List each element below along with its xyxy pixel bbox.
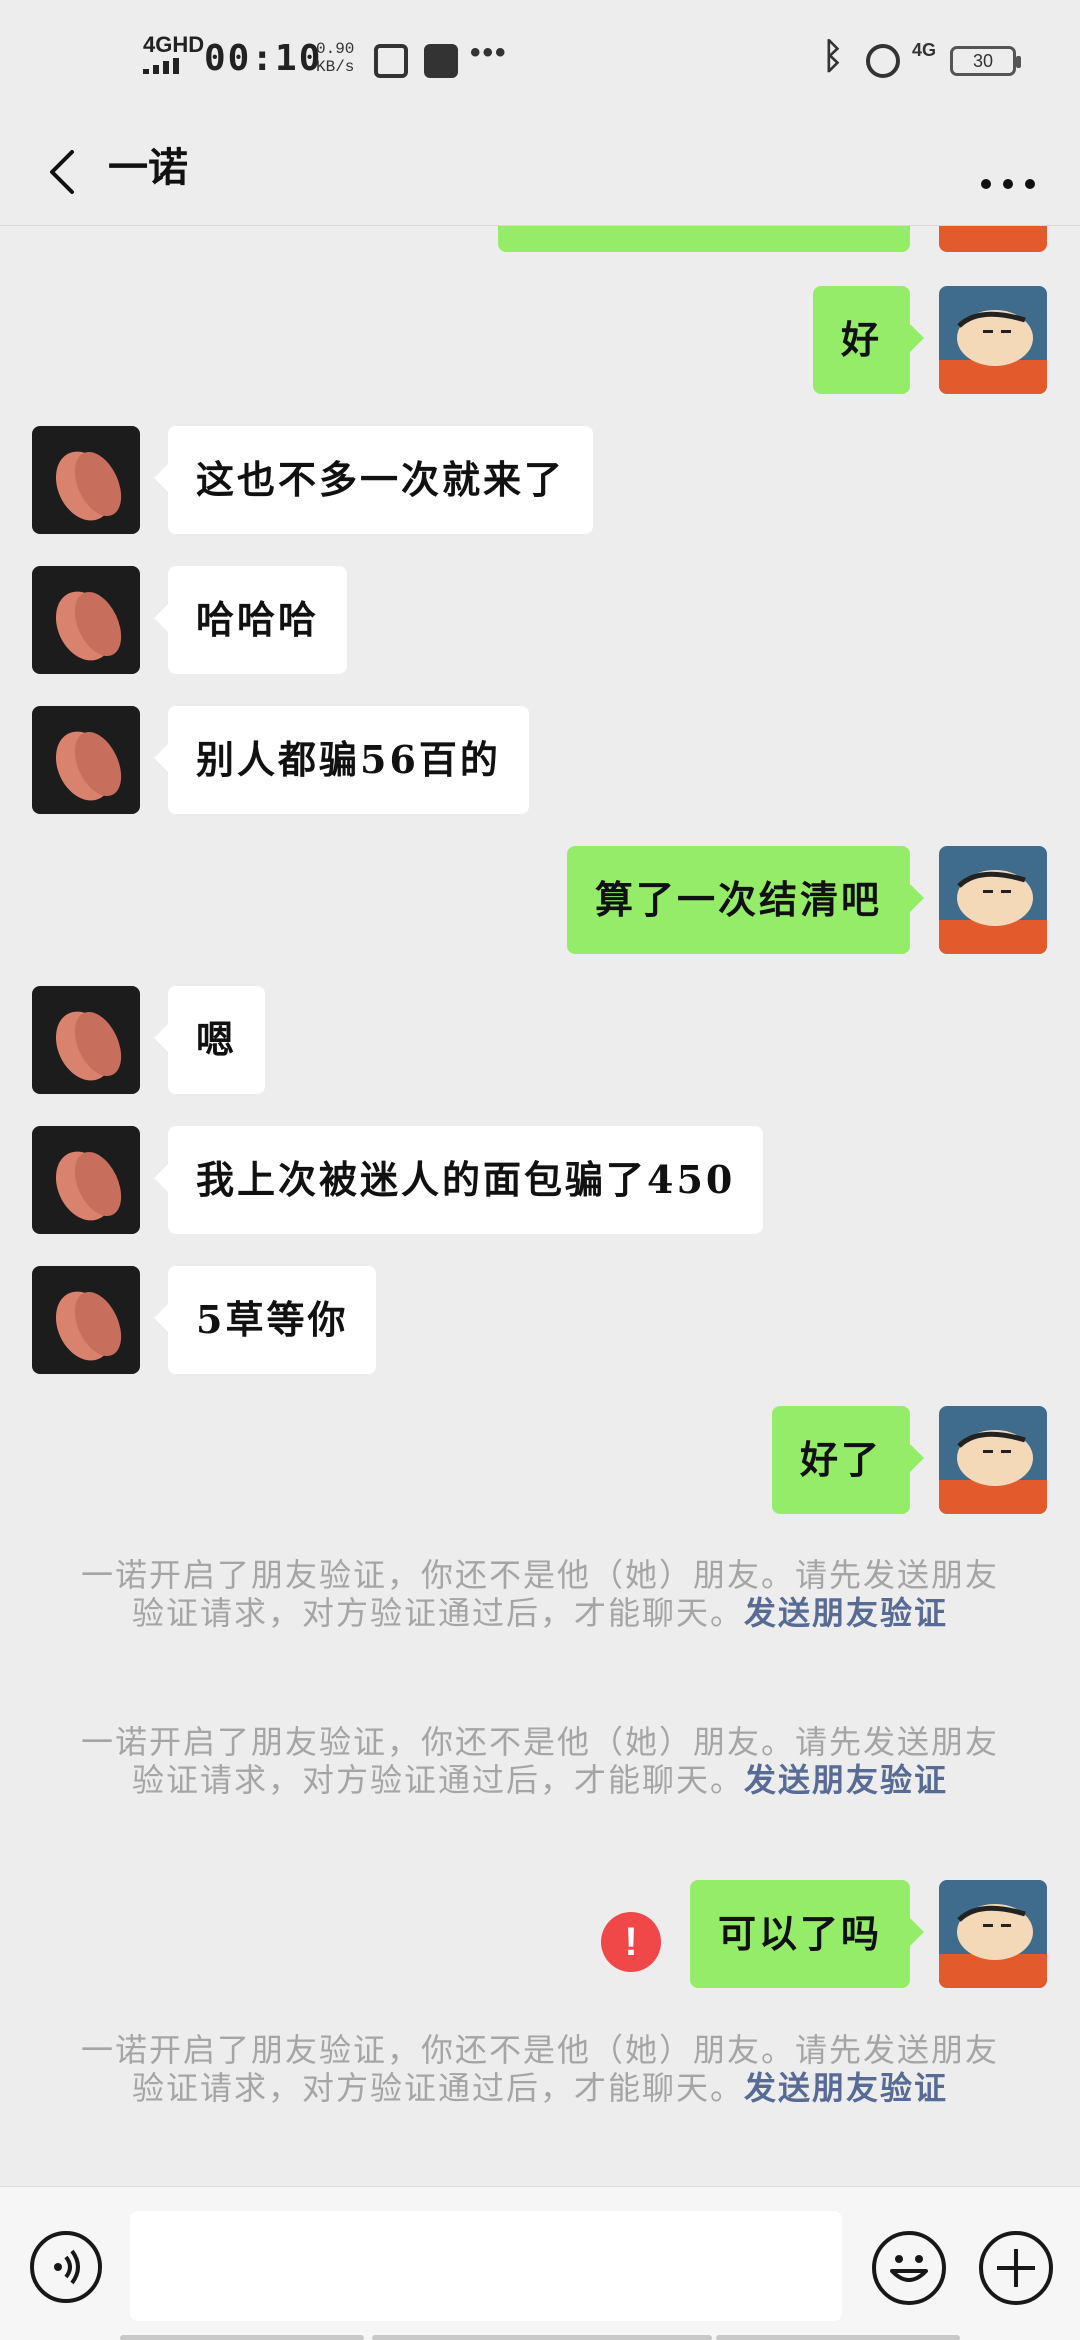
avatar-other[interactable] — [32, 566, 140, 674]
avatar-other[interactable] — [32, 706, 140, 814]
avatar-other[interactable] — [32, 1266, 140, 1374]
smiley-icon — [890, 2255, 928, 2282]
chat-header: 一诺 — [0, 120, 1080, 226]
cellular-4g-label: 4G — [912, 40, 937, 60]
send-failed-icon[interactable]: ! — [601, 1912, 661, 1972]
network-speed: 0.90 KB/s — [316, 40, 354, 76]
message-list[interactable]: 好 这也不多一次就来了 哈哈哈 别人都骗56百的 算了一次结清吧 嗯 我上次被迷… — [0, 216, 1080, 2186]
chat-input-bar — [0, 2186, 1080, 2340]
gesture-bar — [120, 2335, 364, 2340]
shopping-notification-icon — [424, 44, 458, 78]
status-time: 00:10 — [204, 38, 323, 79]
avatar-other[interactable] — [32, 986, 140, 1094]
back-arrow-icon[interactable] — [42, 144, 92, 200]
send-verification-link[interactable]: 发送朋友验证 — [744, 1761, 948, 1799]
system-notice: 一诺开启了朋友验证，你还不是他（她）朋友。请先发送朋友验证请求，对方验证通过后，… — [80, 1723, 1000, 1799]
status-bar: 4GHD 00:10 0.90 KB/s ••• ᛒ 4G 30 — [0, 0, 1080, 120]
network-speed-value: 0.90 — [316, 40, 355, 58]
gesture-bar — [716, 2335, 960, 2340]
avatar-other[interactable] — [32, 426, 140, 534]
message-bubble[interactable]: 我上次被迷人的面包骗了450 — [153, 1126, 764, 1234]
battery-level: 30 — [972, 51, 994, 71]
more-actions-button[interactable] — [979, 2231, 1053, 2305]
network-speed-unit: KB/s — [316, 58, 355, 76]
voice-icon — [54, 2249, 80, 2285]
message-bubble[interactable]: 嗯 — [153, 986, 266, 1094]
gesture-bar — [372, 2335, 712, 2340]
message-bubble[interactable]: 别人都骗56百的 — [154, 706, 529, 814]
alarm-icon — [866, 44, 900, 78]
emoji-button[interactable] — [872, 2231, 946, 2305]
message-bubble[interactable]: 可以了吗 — [689, 1880, 925, 1988]
send-verification-link[interactable]: 发送朋友验证 — [744, 1594, 948, 1632]
system-notice: 一诺开启了朋友验证，你还不是他（她）朋友。请先发送朋友验证请求，对方验证通过后，… — [80, 2031, 1000, 2107]
plus-icon — [997, 2249, 1035, 2287]
message-bubble[interactable]: 算了一次结清吧 — [566, 846, 925, 954]
signal-strength-icon — [143, 58, 189, 74]
network-type-label: 4GHD — [143, 32, 205, 57]
message-input[interactable] — [130, 2211, 842, 2321]
message-bubble[interactable]: 这也不多一次就来了 — [153, 426, 594, 534]
more-notifications-icon: ••• — [470, 36, 508, 69]
message-bubble[interactable]: 哈哈哈 — [153, 566, 348, 674]
chat-title: 一诺 — [108, 144, 188, 191]
avatar-self[interactable] — [939, 1880, 1047, 1988]
avatar-self[interactable] — [939, 1406, 1047, 1514]
avatar-other[interactable] — [32, 1126, 140, 1234]
battery-icon: 30 — [950, 46, 1021, 76]
avatar-self[interactable] — [939, 846, 1047, 954]
voice-input-button[interactable] — [30, 2231, 102, 2303]
bluetooth-icon: ᛒ — [822, 36, 844, 77]
message-bubble[interactable]: 好了 — [771, 1406, 925, 1514]
app-notification-icon — [374, 44, 408, 78]
avatar-self[interactable] — [939, 286, 1047, 394]
message-bubble[interactable]: 5草等你 — [153, 1266, 377, 1374]
send-verification-link[interactable]: 发送朋友验证 — [744, 2069, 948, 2107]
more-options-icon[interactable] — [976, 144, 1040, 200]
message-bubble[interactable]: 好 — [812, 286, 925, 394]
system-notice: 一诺开启了朋友验证，你还不是他（她）朋友。请先发送朋友验证请求，对方验证通过后，… — [80, 1556, 1000, 1632]
